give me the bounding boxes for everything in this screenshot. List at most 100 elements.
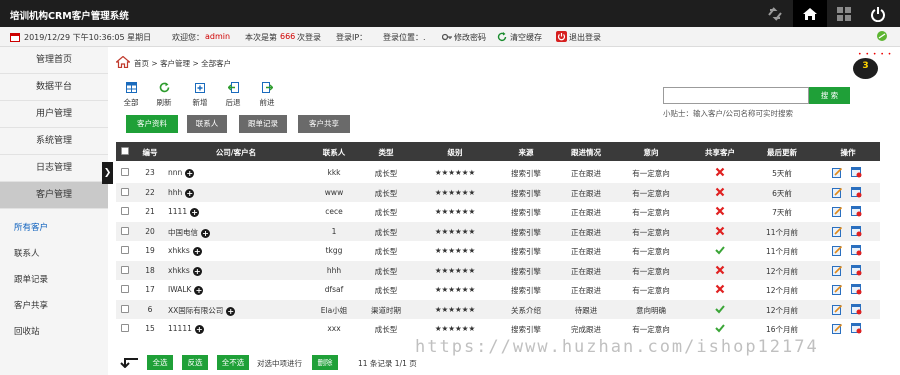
- edit-icon[interactable]: [832, 206, 843, 219]
- table-row[interactable]: 20 中国电信 +1 成长型 ★★★★★★ 搜索引擎 正在跟进 有一定意向 11个月前: [116, 221, 880, 241]
- power-icon[interactable]: [861, 0, 895, 27]
- row-checkbox[interactable]: [121, 246, 129, 254]
- cell-company[interactable]: 中国电信 +: [168, 227, 210, 238]
- table-row[interactable]: 18 xhkks + hhh 成长型 ★★★★★★ 搜索引擎 正在跟进 有一定意向 12个月前: [116, 260, 880, 280]
- breadcrumb-level1[interactable]: 客户管理: [160, 59, 190, 68]
- expand-plus-icon[interactable]: +: [194, 325, 204, 334]
- col-status[interactable]: 跟进情况: [571, 147, 601, 158]
- tab-customer-share[interactable]: 客户共享: [298, 115, 350, 133]
- col-shared[interactable]: 共享客户: [705, 147, 735, 158]
- delete-button[interactable]: 删除: [312, 355, 338, 370]
- search-input[interactable]: [663, 87, 809, 104]
- delete-icon[interactable]: [851, 206, 862, 219]
- breadcrumb-home[interactable]: 首页: [134, 59, 149, 68]
- col-company[interactable]: 公司/客户名: [216, 147, 256, 158]
- col-updated[interactable]: 最后更新: [767, 147, 797, 158]
- toolbar-refresh-button[interactable]: 刷新: [151, 82, 177, 108]
- return-arrow-icon[interactable]: [120, 356, 140, 369]
- logout-link[interactable]: 退出登录: [569, 32, 601, 43]
- col-type[interactable]: 类型: [379, 147, 394, 158]
- switch-icon[interactable]: [758, 0, 792, 27]
- tab-contacts[interactable]: 联系人: [187, 115, 227, 133]
- edit-icon[interactable]: [832, 245, 843, 258]
- deselect-all-button[interactable]: 全不选: [217, 355, 249, 370]
- expand-plus-icon[interactable]: +: [190, 208, 200, 217]
- edit-icon[interactable]: [832, 167, 843, 180]
- home-icon[interactable]: [793, 0, 827, 27]
- breadcrumb-home-icon[interactable]: [114, 55, 132, 69]
- cell-company[interactable]: IWALK +: [168, 285, 204, 295]
- col-contact[interactable]: 联系人: [323, 147, 346, 158]
- table-row[interactable]: 23 nnn + kkk 成长型 ★★★★★★ 搜索引擎 正在跟进 有一定意向 5天前: [116, 163, 880, 182]
- menu-system-management[interactable]: 系统管理: [0, 128, 108, 155]
- table-row[interactable]: 15 11111 + xxx 成长型 ★★★★★★ 搜索引擎 完成跟进 有一定意向 16个月前: [116, 319, 880, 338]
- delete-icon[interactable]: [851, 186, 862, 200]
- delete-icon[interactable]: [851, 167, 862, 180]
- delete-icon[interactable]: [851, 323, 862, 336]
- edit-icon[interactable]: [832, 226, 843, 239]
- cell-company[interactable]: 1111 +: [168, 207, 200, 217]
- col-source[interactable]: 来源: [519, 147, 534, 158]
- cell-company[interactable]: 11111 +: [168, 324, 204, 334]
- menu-user-management[interactable]: 用户管理: [0, 101, 108, 128]
- col-intent[interactable]: 意向: [644, 147, 659, 158]
- col-level[interactable]: 级别: [448, 147, 463, 158]
- table-row[interactable]: 22 hhh + www 成长型 ★★★★★★ 搜索引擎 正在跟进 有一定意向 6天前: [116, 182, 880, 202]
- table-row[interactable]: 21 1111 + cece 成长型 ★★★★★★ 搜索引擎 正在跟进 有一定意向 7天前: [116, 202, 880, 221]
- row-checkbox[interactable]: [121, 285, 129, 293]
- toolbar-add-button[interactable]: 新增: [187, 82, 213, 108]
- submenu-follow-records[interactable]: 跟单记录: [0, 267, 108, 293]
- submenu-recycle-bin[interactable]: 回收站: [0, 319, 108, 345]
- edit-icon[interactable]: [832, 304, 843, 317]
- toolbar-forward-button[interactable]: 前进: [254, 82, 280, 108]
- expand-plus-icon[interactable]: +: [185, 188, 195, 198]
- menu-home[interactable]: 管理首页: [0, 47, 108, 74]
- edit-icon[interactable]: [832, 265, 843, 278]
- delete-icon[interactable]: [851, 225, 862, 239]
- clear-cache-link[interactable]: 清空缓存: [510, 32, 542, 43]
- row-checkbox[interactable]: [121, 168, 129, 176]
- cell-company[interactable]: hhh +: [168, 188, 195, 198]
- expand-plus-icon[interactable]: +: [226, 306, 236, 316]
- change-password-link[interactable]: 修改密码: [454, 32, 486, 43]
- submenu-customer-share[interactable]: 客户共享: [0, 293, 108, 319]
- search-button[interactable]: 搜 索: [809, 87, 850, 104]
- table-row[interactable]: 6 XX国际有限公司 + Ela小姐 渠道时期 ★★★★★★ 关系介绍 待跟进 意向明确 12个月…: [116, 299, 880, 319]
- table-row[interactable]: 17 IWALK + dfsaf 成长型 ★★★★★★ 搜索引擎 正在跟进 有一定意向 12个月前: [116, 280, 880, 299]
- grid-icon[interactable]: [827, 0, 861, 27]
- expand-plus-icon[interactable]: +: [201, 228, 210, 238]
- cell-company[interactable]: xhkks +: [168, 246, 202, 256]
- menu-data-platform[interactable]: 数据平台: [0, 74, 108, 101]
- col-id[interactable]: 编号: [143, 147, 158, 158]
- table-row[interactable]: 19 xhkks + tkgg 成长型 ★★★★★★ 搜索引擎 正在跟进 有一定意向 11个月前: [116, 241, 880, 260]
- invert-selection-button[interactable]: 反选: [182, 355, 208, 370]
- edit-icon[interactable]: [832, 187, 843, 200]
- delete-icon[interactable]: [851, 303, 862, 317]
- menu-log-management[interactable]: 日志管理: [0, 155, 108, 182]
- edit-icon[interactable]: [832, 284, 843, 297]
- row-checkbox[interactable]: [121, 207, 129, 215]
- expand-plus-icon[interactable]: +: [192, 266, 202, 276]
- delete-icon[interactable]: [851, 264, 862, 278]
- row-checkbox[interactable]: [121, 187, 129, 196]
- cell-company[interactable]: nnn +: [168, 168, 195, 178]
- submenu-contacts[interactable]: 联系人: [0, 241, 108, 267]
- delete-icon[interactable]: [851, 245, 862, 258]
- select-all-button[interactable]: 全选: [147, 355, 173, 370]
- edit-icon[interactable]: [832, 323, 843, 336]
- toolbar-back-button[interactable]: 后退: [220, 82, 246, 108]
- expand-plus-icon[interactable]: +: [194, 286, 204, 295]
- delete-icon[interactable]: [851, 284, 862, 297]
- row-checkbox[interactable]: [121, 226, 129, 235]
- cell-company[interactable]: xhkks +: [168, 266, 202, 276]
- leaf-icon[interactable]: [876, 30, 888, 42]
- notification-badge[interactable]: 3: [853, 58, 878, 79]
- sidebar-collapse-toggle[interactable]: ❯: [102, 162, 113, 184]
- submenu-all-customers[interactable]: 所有客户: [0, 215, 108, 241]
- cell-company[interactable]: XX国际有限公司 +: [168, 305, 236, 316]
- row-checkbox[interactable]: [121, 265, 129, 274]
- expand-plus-icon[interactable]: +: [192, 247, 202, 256]
- menu-customer-management[interactable]: 客户管理: [0, 182, 108, 209]
- row-checkbox[interactable]: [121, 324, 129, 332]
- row-checkbox[interactable]: [121, 304, 129, 313]
